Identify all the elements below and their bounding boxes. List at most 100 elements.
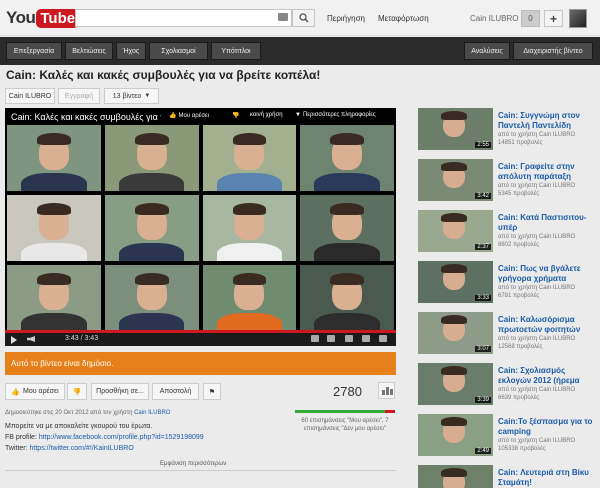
publish-user-link[interactable]: Cain ILUBRO xyxy=(134,410,170,416)
view-count: 2780 xyxy=(333,384,362,399)
annotations-button[interactable]: Σχολιασμοί xyxy=(149,42,208,60)
nav-browse-link[interactable]: Περιήγηση xyxy=(327,14,365,23)
logo-you-text: You xyxy=(6,8,36,27)
captions-icon[interactable] xyxy=(327,335,335,342)
fb-link[interactable]: http://www.facebook.com/profile.php?id=1… xyxy=(39,434,204,441)
related-thumbnail[interactable]: 2:59 xyxy=(418,465,493,488)
rating-text: 60 επισημάνσεις "Μου αρέσει", 7 επισημάν… xyxy=(301,418,389,432)
popout-icon[interactable] xyxy=(362,335,370,342)
webcam-tile xyxy=(300,195,394,261)
player-like-label: Μου αρέσει xyxy=(178,112,210,119)
flag-button[interactable]: ⚑ xyxy=(203,383,221,400)
webcam-tile xyxy=(7,125,101,191)
duration-badge: 2:55 xyxy=(475,142,491,148)
related-title[interactable]: Cain: Καλωσόρισμα πρωτοετών φοιτητών xyxy=(498,315,598,335)
related-video-item[interactable]: 2:55 Cain: Συγγνώμη στον Παντελή Παντελίδ… xyxy=(418,108,598,152)
related-author: από το χρήστη Cain ILUBRO xyxy=(498,438,576,444)
player-like-button[interactable]: 👍 Μου αρέσει xyxy=(169,112,210,120)
play-icon[interactable] xyxy=(11,336,17,344)
search-input[interactable] xyxy=(75,9,292,27)
more-info-label: Περισσότερες πληροφορίες xyxy=(302,112,376,118)
upload-plus-button[interactable]: + xyxy=(544,10,563,27)
duration-badge: 3:33 xyxy=(475,295,491,301)
related-video-item[interactable]: 3:07 Cain: Καλωσόρισμα πρωτοετών φοιτητών… xyxy=(418,312,598,356)
audio-button[interactable]: Ήχος xyxy=(116,42,146,60)
related-title[interactable]: Cain: Πως να βγάλετε γρήγορα χρήματα xyxy=(498,264,598,284)
duration-badge: 2:49 xyxy=(475,448,491,454)
quality-icon[interactable] xyxy=(345,335,353,342)
enhancements-button[interactable]: Βελτιώσεις xyxy=(65,42,113,60)
player-dislike-button[interactable]: 👎 xyxy=(232,112,239,119)
video-manager-button[interactable]: Διαχειριστής βίντεο xyxy=(513,42,593,60)
player-info-button[interactable]: ▼ Περισσότερες πληροφορίες xyxy=(295,112,376,118)
related-thumbnail[interactable]: 3:33 xyxy=(418,261,493,303)
related-title[interactable]: Cain: Γραφείτε στην απόλυτη παράταξη xyxy=(498,162,598,182)
notifications-count[interactable]: 0 xyxy=(521,10,540,27)
webcam-tile xyxy=(104,195,199,261)
top-header: You Tube Περιήγηση Μεταφόρτωση Cain ILUB… xyxy=(0,0,600,36)
video-title: Cain: Καλές και κακές συμβουλές για να β… xyxy=(6,68,321,82)
avatar[interactable] xyxy=(569,9,587,28)
edit-button[interactable]: Επεξεργασία xyxy=(6,42,62,60)
like-label: Μου αρέσει xyxy=(23,388,59,395)
related-thumbnail[interactable]: 3:42 xyxy=(418,159,493,201)
videos-count-dropdown[interactable]: 13 βίντεο ▼ xyxy=(104,88,159,104)
related-video-item[interactable]: 3:42 Cain: Γραφείτε στην απόλυτη παράταξη… xyxy=(418,159,598,203)
player-share-button[interactable]: κοινή χρήση xyxy=(250,112,283,118)
webcam-tile xyxy=(104,265,199,331)
related-thumbnail[interactable]: 2:55 xyxy=(418,108,493,150)
subscribe-button[interactable]: Εγγραφή xyxy=(58,88,100,104)
chevron-down-icon: ▼ xyxy=(144,93,151,99)
related-title[interactable]: Cain: Λευτεριά στη Βίκυ Σταμάτη! xyxy=(498,468,598,488)
duration-badge: 3:42 xyxy=(475,193,491,199)
related-views: 6639 προβολές xyxy=(498,395,540,401)
show-more-button[interactable]: Εμφάνιση περισσότερων xyxy=(160,461,226,467)
add-to-button[interactable]: Προσθήκη σε... xyxy=(91,383,149,400)
stats-button[interactable] xyxy=(378,382,395,399)
related-views: 8802 προβολές xyxy=(498,242,540,248)
description-line: Μπορείτε να με αποκαλείτε γκουρού του έρ… xyxy=(5,423,153,430)
fullscreen-icon[interactable] xyxy=(379,335,387,342)
time-display: 3:43 / 3:43 xyxy=(65,335,99,342)
duration-badge: 2:37 xyxy=(475,244,491,250)
related-video-item[interactable]: 2:49 Cain:Το ξέσπασμα για το camping από τ… xyxy=(418,414,598,458)
channel-button[interactable]: Cain ILUBRO xyxy=(5,88,55,104)
related-thumbnail[interactable]: 3:39 xyxy=(418,363,493,405)
player-title: Cain: Καλές και κακές συμβουλές για να β… xyxy=(11,112,161,122)
youtube-logo[interactable]: You Tube xyxy=(6,7,80,29)
related-video-item[interactable]: 2:37 Cain: Κατά Παστισιτου-υπέρ από το χρή… xyxy=(418,210,598,254)
related-author: από το χρήστη Cain ILUBRO xyxy=(498,234,576,240)
keyboard-icon[interactable] xyxy=(278,13,288,21)
related-author: από το χρήστη Cain ILUBRO xyxy=(498,285,576,291)
video-player[interactable]: Cain: Καλές και κακές συμβουλές για να β… xyxy=(5,108,396,346)
volume-icon[interactable] xyxy=(27,336,35,342)
related-video-item[interactable]: 2:59Cain: Λευτεριά στη Βίκυ Σταμάτη!από … xyxy=(418,465,598,488)
search-button[interactable] xyxy=(292,9,315,27)
related-views: 6781 προβολές xyxy=(498,293,540,299)
related-thumbnail[interactable]: 2:49 xyxy=(418,414,493,456)
webcam-tile xyxy=(202,125,297,191)
related-thumbnail[interactable]: 3:07 xyxy=(418,312,493,354)
related-title[interactable]: Cain:Το ξέσπασμα για το camping xyxy=(498,417,598,437)
related-video-item[interactable]: 3:39 Cain: Σχολιασμός εκλογών 2012 (ήρεμα… xyxy=(418,363,598,407)
publish-prefix: Δημοσιεύτηκε στις 20 Οκτ 2012 από τον χρ… xyxy=(5,410,133,416)
related-title[interactable]: Cain: Σχολιασμός εκλογών 2012 (ήρεμα xyxy=(498,366,598,386)
share-button[interactable]: Αποστολή xyxy=(152,383,199,400)
analytics-button[interactable]: Αναλύσεις xyxy=(464,42,510,60)
twitter-link[interactable]: https://twitter.com/#!/KainILUBRO xyxy=(30,445,134,452)
related-video-item[interactable]: 3:33 Cain: Πως να βγάλετε γρήγορα χρήματα… xyxy=(418,261,598,305)
user-name[interactable]: Cain ILUBRO xyxy=(470,14,518,23)
related-title[interactable]: Cain: Συγγνώμη στον Παντελή Παντελίδη xyxy=(498,111,598,131)
fb-label: FB profile: xyxy=(5,434,37,441)
progress-bar[interactable] xyxy=(5,330,396,333)
related-title[interactable]: Cain: Κατά Παστισιτου-υπέρ xyxy=(498,213,598,233)
description-fb-line: FB profile: http://www.facebook.com/prof… xyxy=(5,434,204,441)
settings-icon[interactable] xyxy=(311,335,319,342)
related-thumbnail[interactable]: 2:37 xyxy=(418,210,493,252)
chevron-down-icon: ▼ xyxy=(295,112,301,118)
like-button[interactable]: 👍 Μου αρέσει xyxy=(5,383,65,400)
nav-upload-link[interactable]: Μεταφόρτωση xyxy=(378,14,429,23)
related-author: από το χρήστη Cain ILUBRO xyxy=(498,336,576,342)
subtitles-button[interactable]: Υπότιτλοι xyxy=(211,42,261,60)
dislike-button[interactable]: 👎 xyxy=(67,383,87,400)
